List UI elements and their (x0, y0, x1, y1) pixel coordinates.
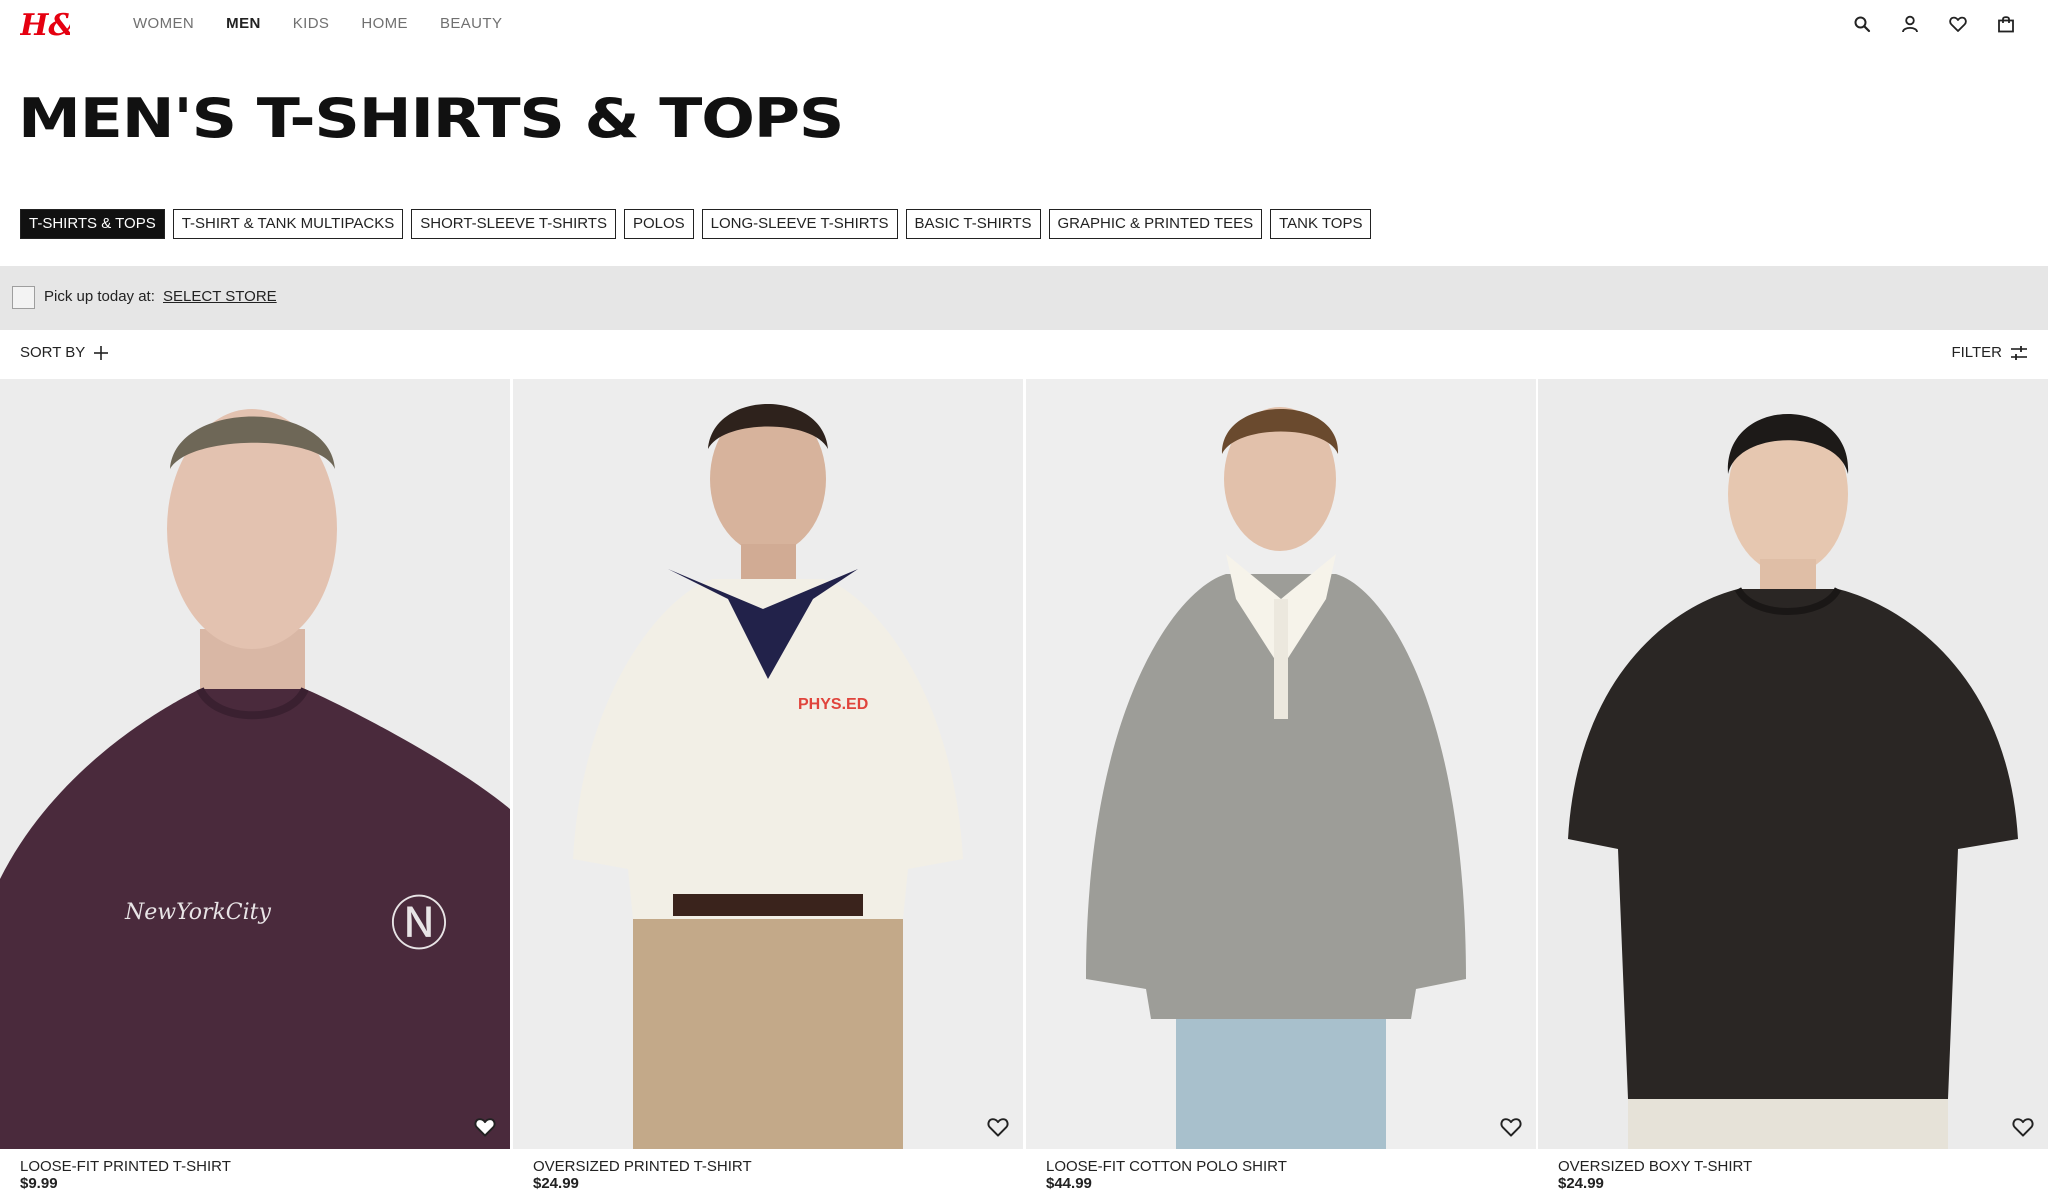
product-image[interactable]: NewYorkCity Ⓝ (0, 379, 510, 1149)
favorite-heart-icon[interactable] (2012, 1116, 2034, 1138)
chip-tank-tops[interactable]: TANK TOPS (1270, 209, 1372, 239)
favorite-heart-icon[interactable] (474, 1116, 496, 1138)
nav-kids[interactable]: KIDS (293, 14, 330, 34)
favorite-heart-icon[interactable] (1500, 1116, 1522, 1138)
product-price: $9.99 (20, 1175, 58, 1192)
search-icon[interactable] (1850, 12, 1874, 36)
svg-text:Ⓝ: Ⓝ (390, 890, 448, 958)
product-grid: NewYorkCity Ⓝ LOOSE-FIT PRINTED T-SHIRT … (0, 379, 2048, 1194)
nav-men[interactable]: MEN (226, 14, 261, 34)
svg-text:NewYorkCity: NewYorkCity (124, 900, 272, 925)
product-name[interactable]: OVERSIZED PRINTED T-SHIRT (533, 1158, 752, 1175)
pickup-label: Pick up today at: (44, 288, 155, 305)
sort-label: SORT BY (20, 344, 86, 361)
product-price: $24.99 (1558, 1175, 1604, 1192)
select-store-link[interactable]: SELECT STORE (163, 288, 277, 305)
category-chips: T-SHIRTS & TOPS T-SHIRT & TANK MULTIPACK… (20, 209, 1372, 239)
product-image[interactable]: PHYS.ED (513, 379, 1023, 1149)
product-price: $24.99 (533, 1175, 579, 1192)
nav-beauty[interactable]: BEAUTY (440, 14, 502, 34)
site-header: H&M WOMEN MEN KIDS HOME BEAUTY (0, 0, 2048, 48)
chip-multipacks[interactable]: T-SHIRT & TANK MULTIPACKS (172, 209, 404, 239)
chip-long-sleeve[interactable]: LONG-SLEEVE T-SHIRTS (701, 209, 898, 239)
plus-icon (93, 345, 109, 361)
chip-graphic[interactable]: GRAPHIC & PRINTED TEES (1048, 209, 1263, 239)
main-nav: WOMEN MEN KIDS HOME BEAUTY (133, 14, 534, 34)
pickup-checkbox[interactable] (12, 286, 35, 309)
favorite-heart-icon[interactable] (987, 1116, 1009, 1138)
nav-home[interactable]: HOME (361, 14, 408, 34)
filter-button[interactable]: FILTER (1951, 344, 2028, 361)
svg-text:PHYS.ED: PHYS.ED (798, 696, 868, 713)
account-icon[interactable] (1898, 12, 1922, 36)
chip-basic[interactable]: BASIC T-SHIRTS (905, 209, 1041, 239)
product-name[interactable]: LOOSE-FIT PRINTED T-SHIRT (20, 1158, 231, 1175)
page-title: MEN'S T-SHIRTS & TOPS (18, 87, 844, 150)
sliders-icon (2010, 345, 2028, 361)
svg-text:H&M: H&M (20, 8, 70, 42)
sort-button[interactable]: SORT BY (20, 344, 109, 361)
product-image[interactable] (1538, 379, 2048, 1149)
bag-icon[interactable] (1994, 12, 2018, 36)
nav-women[interactable]: WOMEN (133, 14, 194, 34)
product-name[interactable]: LOOSE-FIT COTTON POLO SHIRT (1046, 1158, 1287, 1175)
chip-tshirts-tops[interactable]: T-SHIRTS & TOPS (20, 209, 165, 239)
product-card[interactable]: NewYorkCity Ⓝ LOOSE-FIT PRINTED T-SHIRT … (0, 379, 510, 1194)
pickup-bar: Pick up today at: SELECT STORE (0, 266, 2048, 330)
hm-logo[interactable]: H&M (20, 4, 70, 42)
favorites-icon[interactable] (1946, 12, 1970, 36)
product-card[interactable]: PHYS.ED OVERSIZED PRINTED T-SHIRT $24.99 (513, 379, 1023, 1194)
product-name[interactable]: OVERSIZED BOXY T-SHIRT (1558, 1158, 1752, 1175)
product-card[interactable]: OVERSIZED BOXY T-SHIRT $24.99 (1538, 379, 2048, 1194)
chip-short-sleeve[interactable]: SHORT-SLEEVE T-SHIRTS (411, 209, 616, 239)
product-price: $44.99 (1046, 1175, 1092, 1192)
filter-label: FILTER (1951, 344, 2002, 361)
chip-polos[interactable]: POLOS (623, 209, 694, 239)
product-image[interactable] (1026, 379, 1536, 1149)
product-card[interactable]: LOOSE-FIT COTTON POLO SHIRT $44.99 (1026, 379, 1536, 1194)
